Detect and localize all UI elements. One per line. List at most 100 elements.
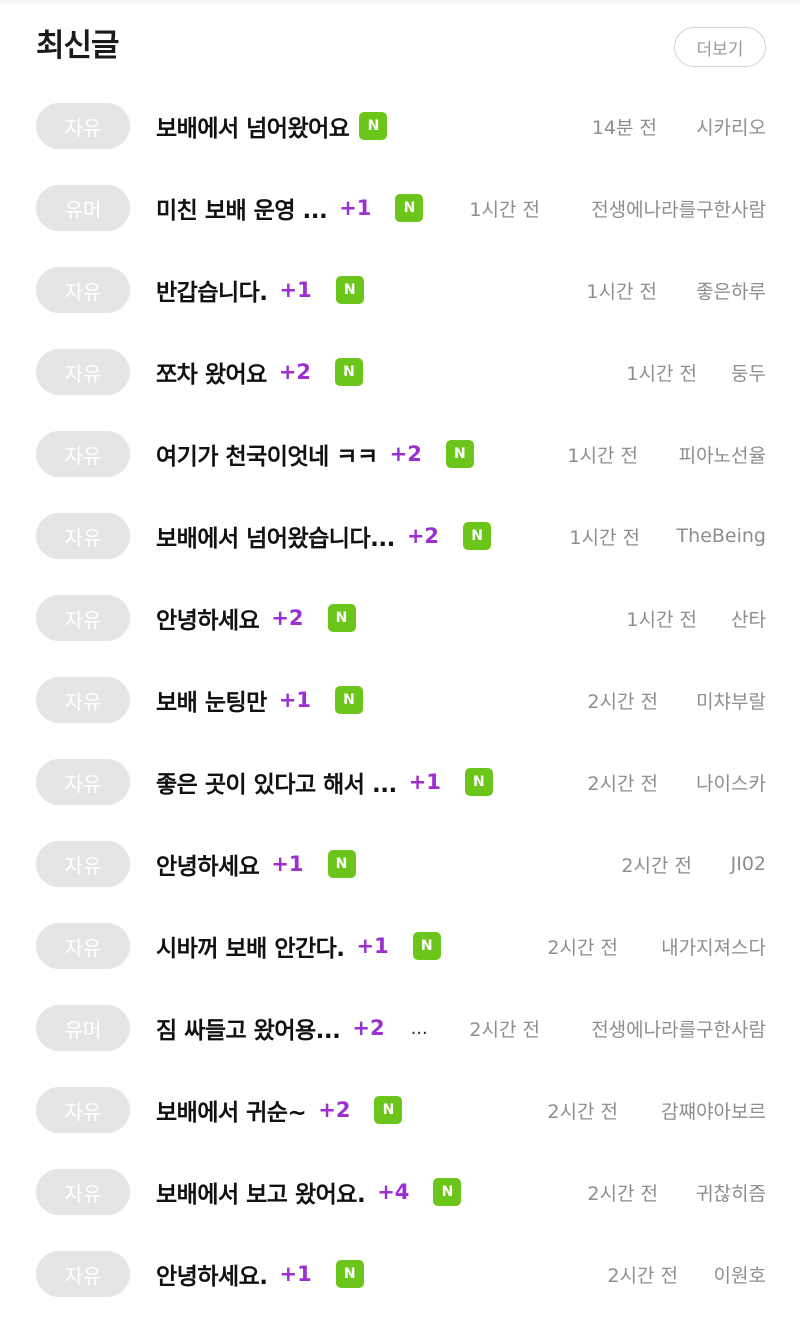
post-time: 2시간 전 (587, 1182, 658, 1205)
post-time: 1시간 전 (626, 362, 697, 385)
post-time: 2시간 전 (607, 1264, 678, 1287)
post-title-group: 짐 싸들고 왔어용... +2... (156, 987, 428, 1069)
new-badge-icon: N (445, 440, 474, 468)
new-badge-icon: N (327, 850, 356, 878)
post-title-link[interactable]: 미친 보배 운영 ... (156, 191, 327, 225)
post-title-link[interactable]: 쪼차 왔어요 (156, 355, 267, 389)
comment-count: +1 (408, 770, 441, 794)
post-title-link[interactable]: 여기가 천국이엇네 ㅋㅋ (156, 437, 378, 471)
post-title-link[interactable]: 보배에서 넘어왔어요 (156, 109, 349, 143)
comment-count: +1 (279, 278, 312, 302)
post-title-group: 좋은 곳이 있다고 해서 ... +1 N (156, 741, 493, 823)
more-dots-icon: ... (410, 1017, 428, 1039)
post-time: 2시간 전 (547, 936, 618, 959)
post-time: 1시간 전 (569, 526, 640, 549)
post-row[interactable]: 유머 미친 보배 운영 ... +1 N 1시간 전 전생에나라를구한사람 (0, 167, 800, 249)
category-badge: 자유 (36, 923, 130, 969)
comment-count: +1 (339, 196, 372, 220)
post-title-link[interactable]: 반갑습니다. (156, 273, 268, 307)
new-badge-icon: N (433, 1178, 462, 1206)
category-badge: 자유 (36, 1169, 130, 1215)
post-author[interactable]: 미챠부랄 (696, 659, 766, 741)
post-title-link[interactable]: 보배에서 귀순~ (156, 1093, 306, 1127)
category-badge: 유머 (36, 1005, 130, 1051)
post-row[interactable]: 자유 쪼차 왔어요 +2 N 1시간 전 둥두 (0, 331, 800, 413)
post-author[interactable]: 피아노선율 (679, 413, 766, 495)
section-header: 최신글 더보기 (0, 0, 800, 92)
post-title-link[interactable]: 보배에서 보고 왔어요. (156, 1175, 365, 1209)
category-badge: 자유 (36, 841, 130, 887)
post-row[interactable]: 자유 보배 눈팅만 +1 N 2시간 전 미챠부랄 (0, 659, 800, 741)
category-badge: 자유 (36, 1251, 130, 1297)
post-author[interactable]: 둥두 (731, 331, 766, 413)
post-row[interactable]: 자유 좋은 곳이 있다고 해서 ... +1 N 2시간 전 나이스카 (0, 741, 800, 823)
post-author[interactable]: 시카리오 (696, 85, 766, 167)
new-badge-icon: N (335, 358, 364, 386)
post-row[interactable]: 자유 안녕하세요. +1 N 2시간 전 이원호 (0, 1233, 800, 1315)
category-badge: 자유 (36, 267, 130, 313)
more-button[interactable]: 더보기 (674, 27, 766, 67)
post-row[interactable]: 자유 시바꺼 보배 안간다. +1 N 2시간 전 내가지져스다 (0, 905, 800, 987)
post-title-group: 안녕하세요 +2 N (156, 577, 356, 659)
post-author[interactable]: JI02 (731, 823, 766, 905)
post-title-group: 쪼차 왔어요 +2 N (156, 331, 364, 413)
post-author[interactable]: 산타 (731, 577, 766, 659)
post-row[interactable]: 자유 보배에서 보고 왔어요. +4 N 2시간 전 귀찮히즘 (0, 1151, 800, 1233)
new-badge-icon: N (335, 686, 364, 714)
comment-count: +2 (278, 360, 312, 384)
comment-count: +1 (279, 1262, 312, 1286)
category-badge: 자유 (36, 349, 130, 395)
post-list: 자유 보배에서 넘어왔어요 N 14분 전 시카리오유머 미친 보배 운영 ... +1 N 1… (0, 85, 800, 1315)
comment-count: +1 (356, 934, 389, 958)
category-badge: 자유 (36, 759, 130, 805)
post-author[interactable]: 전생에나라를구한사람 (591, 167, 766, 249)
post-row[interactable]: 자유 안녕하세요 +2 N 1시간 전 산타 (0, 577, 800, 659)
new-badge-icon: N (374, 1096, 403, 1124)
post-title-group: 보배에서 넘어왔어요 N (156, 85, 388, 167)
post-title-link[interactable]: 좋은 곳이 있다고 해서 ... (156, 765, 397, 799)
post-title-link[interactable]: 안녕하세요. (156, 1257, 268, 1291)
post-time: 2시간 전 (621, 854, 692, 877)
new-badge-icon: N (463, 522, 492, 550)
post-author[interactable]: 좋은하루 (696, 249, 766, 331)
post-time: 14분 전 (591, 116, 657, 139)
post-author[interactable]: TheBeing (677, 495, 766, 577)
comment-count: +1 (278, 688, 312, 712)
post-row[interactable]: 자유 안녕하세요 +1 N 2시간 전 JI02 (0, 823, 800, 905)
new-badge-icon: N (412, 932, 441, 960)
post-row[interactable]: 자유 보배에서 넘어왔어요 N 14분 전 시카리오 (0, 85, 800, 167)
post-title-link[interactable]: 보배 눈팅만 (156, 683, 267, 717)
post-author[interactable]: 나이스카 (696, 741, 766, 823)
post-row[interactable]: 유머 짐 싸들고 왔어용... +2... 2시간 전 전생에나라를구한사람 (0, 987, 800, 1069)
post-time: 2시간 전 (469, 1018, 540, 1041)
post-title-link[interactable]: 안녕하세요 (156, 847, 259, 881)
category-badge: 자유 (36, 595, 130, 641)
post-time: 1시간 전 (567, 444, 638, 467)
post-title-link[interactable]: 시바꺼 보배 안간다. (156, 929, 345, 963)
post-row[interactable]: 자유 여기가 천국이엇네 ㅋㅋ +2 N 1시간 전 피아노선율 (0, 413, 800, 495)
post-title-link[interactable]: 보배에서 넘어왔습니다... (156, 519, 395, 553)
post-title-group: 안녕하세요 +1 N (156, 823, 356, 905)
post-author[interactable]: 전생에나라를구한사람 (591, 987, 766, 1069)
post-title-link[interactable]: 안녕하세요 (156, 601, 259, 635)
page-title: 최신글 (36, 28, 120, 64)
post-author[interactable]: 이원호 (714, 1233, 766, 1315)
comment-count: +2 (271, 606, 304, 630)
post-row[interactable]: 자유 반갑습니다. +1 N 1시간 전 좋은하루 (0, 249, 800, 331)
new-badge-icon: N (464, 768, 493, 796)
post-author[interactable]: 내가지져스다 (661, 905, 766, 987)
new-badge-icon: N (359, 112, 388, 140)
post-row[interactable]: 자유 보배에서 넘어왔습니다... +2 N 1시간 전 TheBeing (0, 495, 800, 577)
post-author[interactable]: 감쨰야아보르 (661, 1069, 766, 1151)
post-title-group: 반갑습니다. +1 N (156, 249, 364, 331)
post-title-group: 여기가 천국이엇네 ㅋㅋ +2 N (156, 413, 474, 495)
post-time: 1시간 전 (626, 608, 697, 631)
comment-count: +4 (377, 1180, 410, 1204)
category-badge: 자유 (36, 1087, 130, 1133)
post-time: 2시간 전 (587, 690, 658, 713)
post-title-group: 보배에서 귀순~ +2 N (156, 1069, 403, 1151)
post-row[interactable]: 자유 보배에서 귀순~ +2 N 2시간 전 감쨰야아보르 (0, 1069, 800, 1151)
post-author[interactable]: 귀찮히즘 (696, 1151, 766, 1233)
post-title-link[interactable]: 짐 싸들고 왔어용... (156, 1011, 340, 1045)
post-title-group: 미친 보배 운영 ... +1 N (156, 167, 424, 249)
